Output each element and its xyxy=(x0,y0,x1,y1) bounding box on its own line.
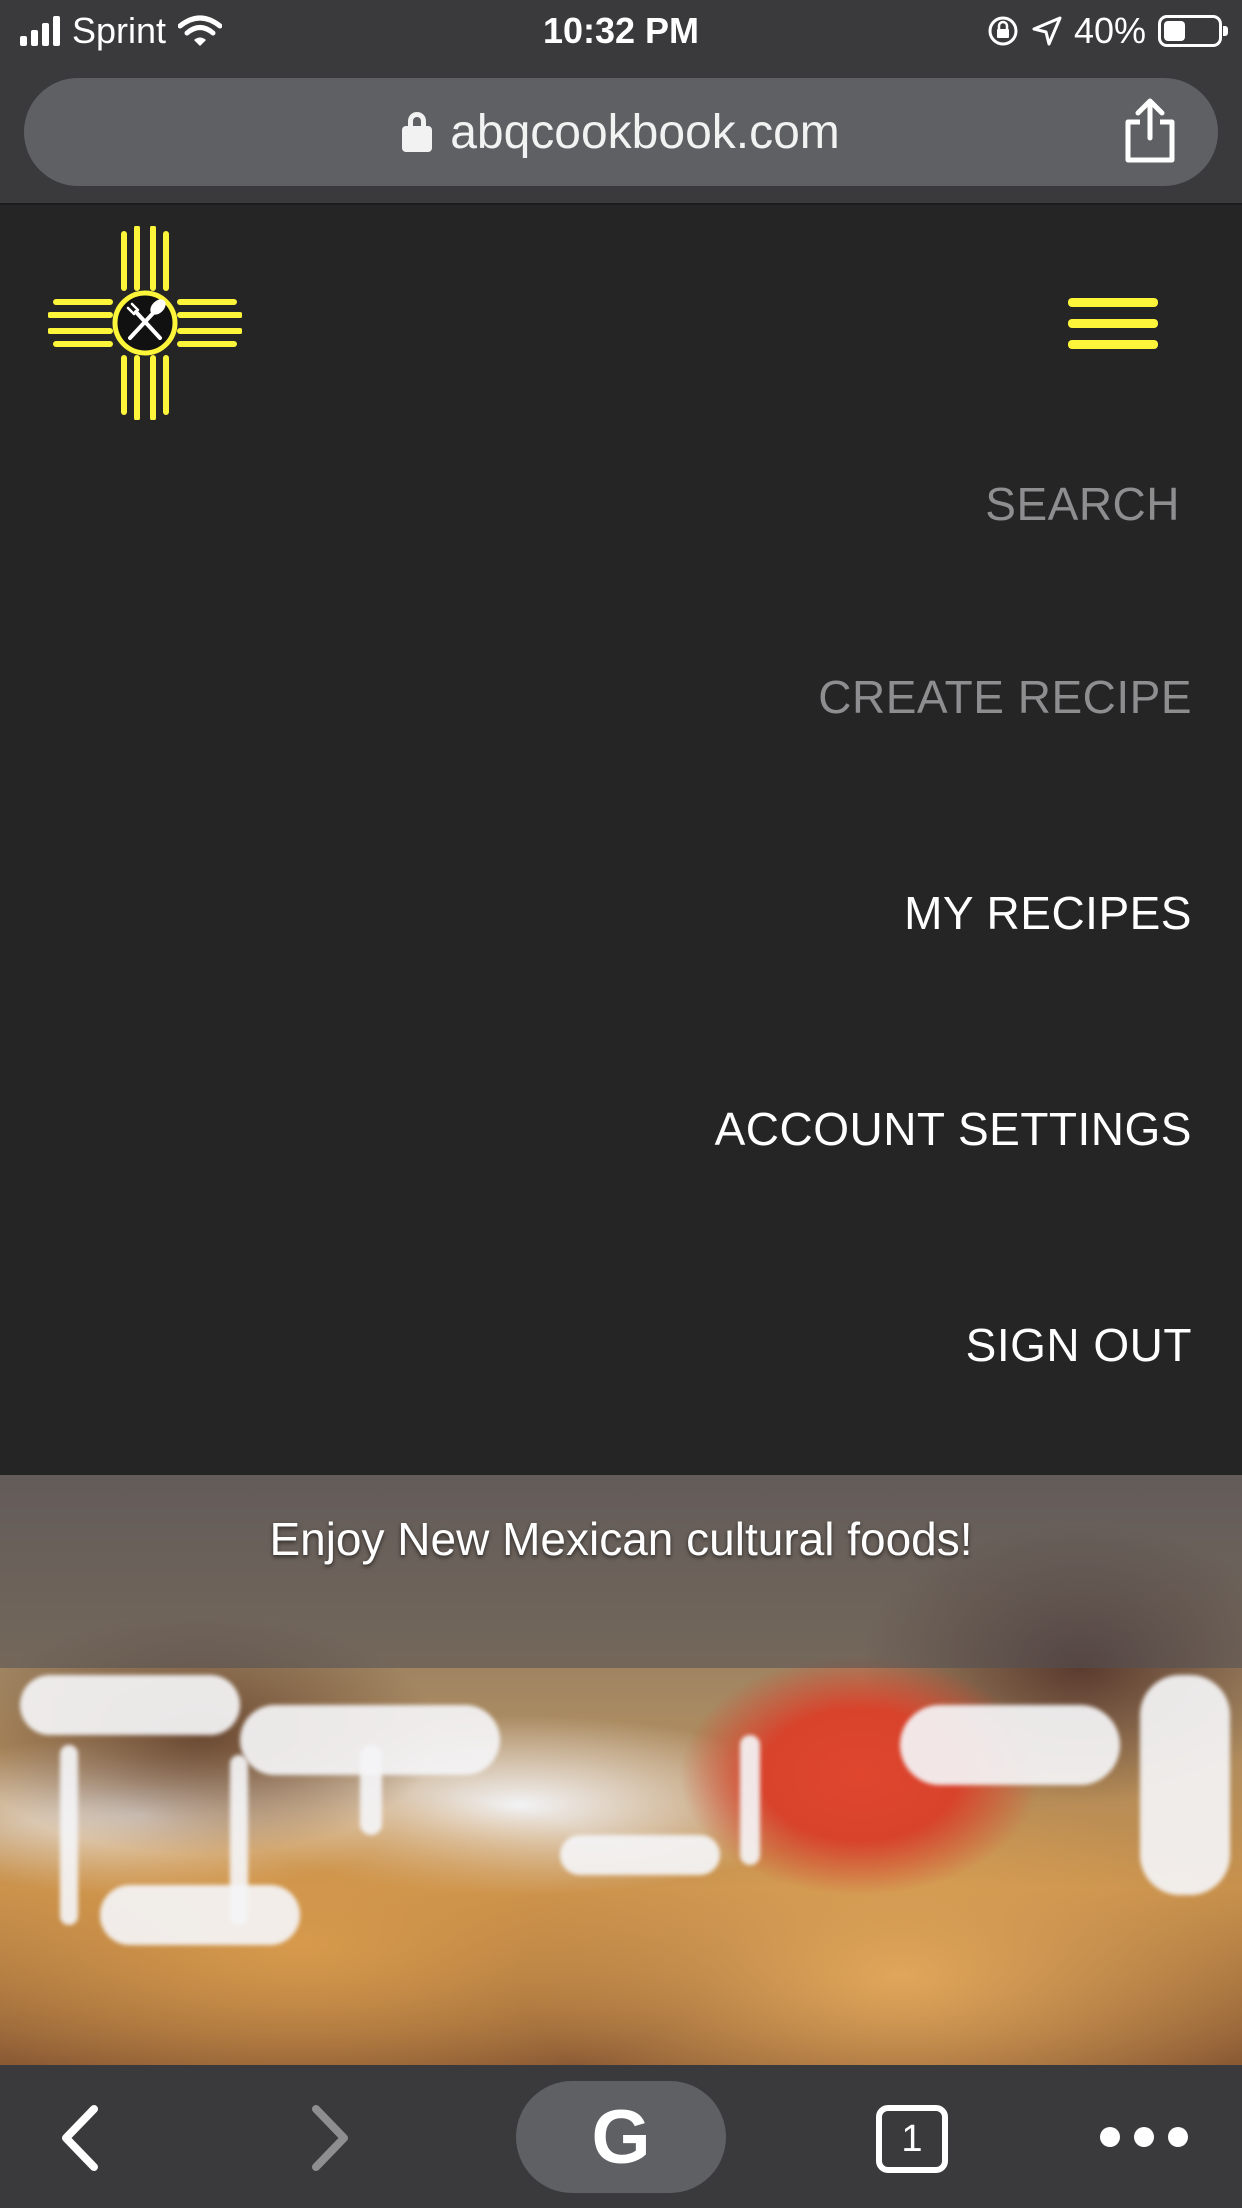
hero-caption-band: Enjoy New Mexican cultural foods! xyxy=(0,1475,1242,1668)
menu-item-search[interactable]: SEARCH xyxy=(985,477,1180,531)
rotation-lock-icon xyxy=(988,16,1018,46)
hero-tagline: Enjoy New Mexican cultural foods! xyxy=(269,1513,973,1565)
tab-count: 1 xyxy=(901,2117,923,2160)
battery-level xyxy=(1164,21,1185,41)
browser-address-area: abqcookbook.com xyxy=(0,62,1242,205)
menu-item-my-recipes[interactable]: MY RECIPES xyxy=(904,886,1192,940)
forward-arrow-icon[interactable] xyxy=(306,2103,354,2173)
browser-toolbar: G 1 xyxy=(0,2065,1242,2208)
hamburger-menu-icon[interactable] xyxy=(1068,298,1158,350)
status-bar: Sprint 10:32 PM 40% xyxy=(0,0,1242,62)
battery-icon xyxy=(1158,15,1228,47)
location-icon xyxy=(1032,16,1062,46)
menu-item-account-settings[interactable]: ACCOUNT SETTINGS xyxy=(715,1102,1192,1156)
zia-sun-fork-spoon-logo[interactable] xyxy=(48,226,242,420)
back-arrow-icon[interactable] xyxy=(56,2103,104,2173)
tabs-icon[interactable]: 1 xyxy=(876,2105,948,2173)
lock-icon xyxy=(402,112,433,152)
url-text[interactable]: abqcookbook.com xyxy=(450,105,840,160)
address-bar[interactable]: abqcookbook.com xyxy=(24,78,1218,186)
hero-food-image: Enjoy New Mexican cultural foods! xyxy=(0,1475,1242,2065)
battery-percent: 40% xyxy=(1073,10,1146,51)
address-content: abqcookbook.com xyxy=(24,78,1218,186)
more-icon[interactable] xyxy=(1100,2127,1188,2147)
google-icon[interactable]: G xyxy=(516,2081,726,2193)
status-right: 40% xyxy=(986,10,1228,52)
share-icon[interactable] xyxy=(1120,98,1180,164)
menu-item-create-recipe[interactable]: CREATE RECIPE xyxy=(818,670,1192,724)
menu-item-sign-out[interactable]: SIGN OUT xyxy=(966,1318,1192,1372)
